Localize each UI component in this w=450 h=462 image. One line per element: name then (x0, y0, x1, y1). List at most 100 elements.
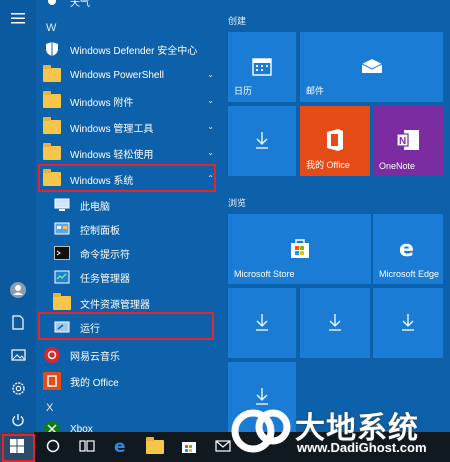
mail-icon (215, 439, 231, 455)
app-list: 天气 W Windows Defender 安全中心 Windows Power… (36, 0, 220, 437)
tile-download-1[interactable] (228, 106, 296, 176)
tile-group-title[interactable]: 创建 (228, 14, 246, 27)
tile-label: OneNote (379, 161, 416, 171)
store-bag-icon (289, 237, 311, 262)
tile-label: 邮件 (306, 86, 325, 96)
chevron-down-icon: ⌄ (207, 70, 214, 79)
chevron-down-icon: ⌄ (207, 148, 214, 157)
list-item-label: Windows PowerShell (70, 69, 164, 81)
list-item-admin-tools[interactable]: Windows 管理工具 ⌄ (42, 114, 218, 140)
power-icon[interactable] (6, 408, 30, 432)
file-explorer-icon (52, 293, 72, 313)
tile-label: Microsoft Store (234, 269, 295, 279)
tile-my-office[interactable]: 我的 Office (300, 106, 370, 176)
start-menu: 天气 W Windows Defender 安全中心 Windows Power… (0, 0, 450, 437)
list-item-task-manager[interactable]: 任务管理器 (52, 264, 218, 290)
highlight-box-windows-system (38, 164, 216, 192)
list-item-label: 天气 (70, 0, 90, 9)
list-item-label: Windows 轻松使用 (70, 149, 154, 161)
tile-download-4[interactable] (373, 288, 443, 358)
svg-text:e: e (114, 438, 126, 454)
edge-icon: e (397, 237, 419, 262)
task-view-button[interactable] (70, 432, 104, 462)
list-item-this-pc[interactable]: 此电脑 (52, 192, 218, 218)
folder-icon (146, 437, 164, 454)
calendar-icon (252, 56, 272, 79)
list-item-label: 文件资源管理器 (80, 299, 150, 311)
list-item-control-panel[interactable]: 控制面板 (52, 216, 218, 242)
tile-onenote[interactable]: N OneNote (373, 106, 443, 176)
onenote-icon: N (396, 129, 420, 154)
list-item-ease-of-access[interactable]: Windows 轻松使用 ⌄ (42, 140, 218, 166)
search-button[interactable] (36, 432, 70, 462)
highlight-box-run (38, 312, 214, 340)
list-item-label: 任务管理器 (80, 273, 130, 285)
weather-icon (42, 0, 62, 11)
tile-microsoft-store[interactable]: Microsoft Store (228, 214, 371, 284)
folder-icon (42, 65, 62, 85)
shield-icon (42, 39, 62, 59)
tile-label: 日历 (234, 86, 253, 96)
tile-group-title[interactable]: 浏览 (228, 196, 246, 209)
documents-icon[interactable] (6, 310, 30, 334)
tile-microsoft-edge[interactable]: e Microsoft Edge (373, 214, 443, 284)
user-avatar-icon[interactable] (6, 278, 30, 302)
list-item-my-office[interactable]: 我的 Office (42, 368, 218, 394)
control-panel-icon (52, 219, 72, 239)
tile-download-3[interactable] (300, 288, 370, 358)
tile-mail[interactable]: 邮件 (300, 32, 443, 102)
download-icon (254, 387, 270, 408)
svg-text:N: N (399, 136, 406, 147)
office-icon (42, 371, 62, 391)
highlight-box-start (2, 434, 35, 462)
folder-icon (42, 117, 62, 137)
tile-download-5[interactable] (228, 362, 296, 432)
list-item-label: Windows 管理工具 (70, 123, 154, 135)
task-manager-icon (52, 267, 72, 287)
folder-icon (42, 91, 62, 111)
svg-text:e: e (399, 237, 414, 259)
start-rail (0, 0, 36, 432)
taskbar: e (0, 432, 450, 462)
tile-label: Microsoft Edge (379, 269, 440, 279)
edge-icon: e (113, 437, 129, 457)
cortana-circle-icon (46, 439, 60, 456)
tile-area: 创建 日历 邮件 我的 Office N OneNote 浏览 Microsof… (220, 0, 450, 432)
netease-music-icon (42, 345, 62, 365)
settings-gear-icon[interactable] (6, 376, 30, 400)
mail-icon (361, 58, 383, 77)
tile-download-2[interactable] (228, 288, 296, 358)
pictures-icon[interactable] (6, 343, 30, 367)
list-item-label: 命令提示符 (80, 249, 130, 261)
list-item-weather[interactable]: 天气 (42, 0, 218, 14)
list-item-accessories[interactable]: Windows 附件 ⌄ (42, 88, 218, 114)
chevron-down-icon: ⌄ (207, 96, 214, 105)
list-item-label: 我的 Office (70, 377, 119, 389)
list-item-powershell[interactable]: Windows PowerShell ⌄ (42, 62, 218, 88)
list-item-defender[interactable]: Windows Defender 安全中心 (42, 36, 218, 62)
task-view-icon (79, 439, 95, 455)
list-item-command-prompt[interactable]: 命令提示符 (52, 240, 218, 266)
list-item-label: 控制面板 (80, 225, 120, 237)
hamburger-menu-icon[interactable] (6, 6, 30, 30)
computer-icon (52, 195, 72, 215)
list-item-netease-music[interactable]: 网易云音乐 (42, 342, 218, 368)
taskbar-explorer-button[interactable] (138, 432, 172, 462)
taskbar-mail-button[interactable] (206, 432, 240, 462)
section-letter-x[interactable]: X (46, 402, 53, 414)
store-bag-icon (181, 438, 197, 457)
list-item-label: Windows Defender 安全中心 (70, 45, 198, 57)
folder-icon (42, 143, 62, 163)
list-item-label: Windows 附件 (70, 97, 134, 109)
office-icon (324, 128, 346, 155)
taskbar-edge-button[interactable]: e (104, 432, 138, 462)
tile-label: 我的 Office (306, 160, 350, 170)
tile-calendar[interactable]: 日历 (228, 32, 296, 102)
list-item-label: 此电脑 (80, 201, 110, 213)
terminal-icon (52, 243, 72, 263)
section-letter-w[interactable]: W (46, 22, 56, 34)
taskbar-store-button[interactable] (172, 432, 206, 462)
list-item-label: 网易云音乐 (70, 351, 120, 363)
download-icon (254, 131, 270, 152)
chevron-down-icon: ⌄ (207, 122, 214, 131)
